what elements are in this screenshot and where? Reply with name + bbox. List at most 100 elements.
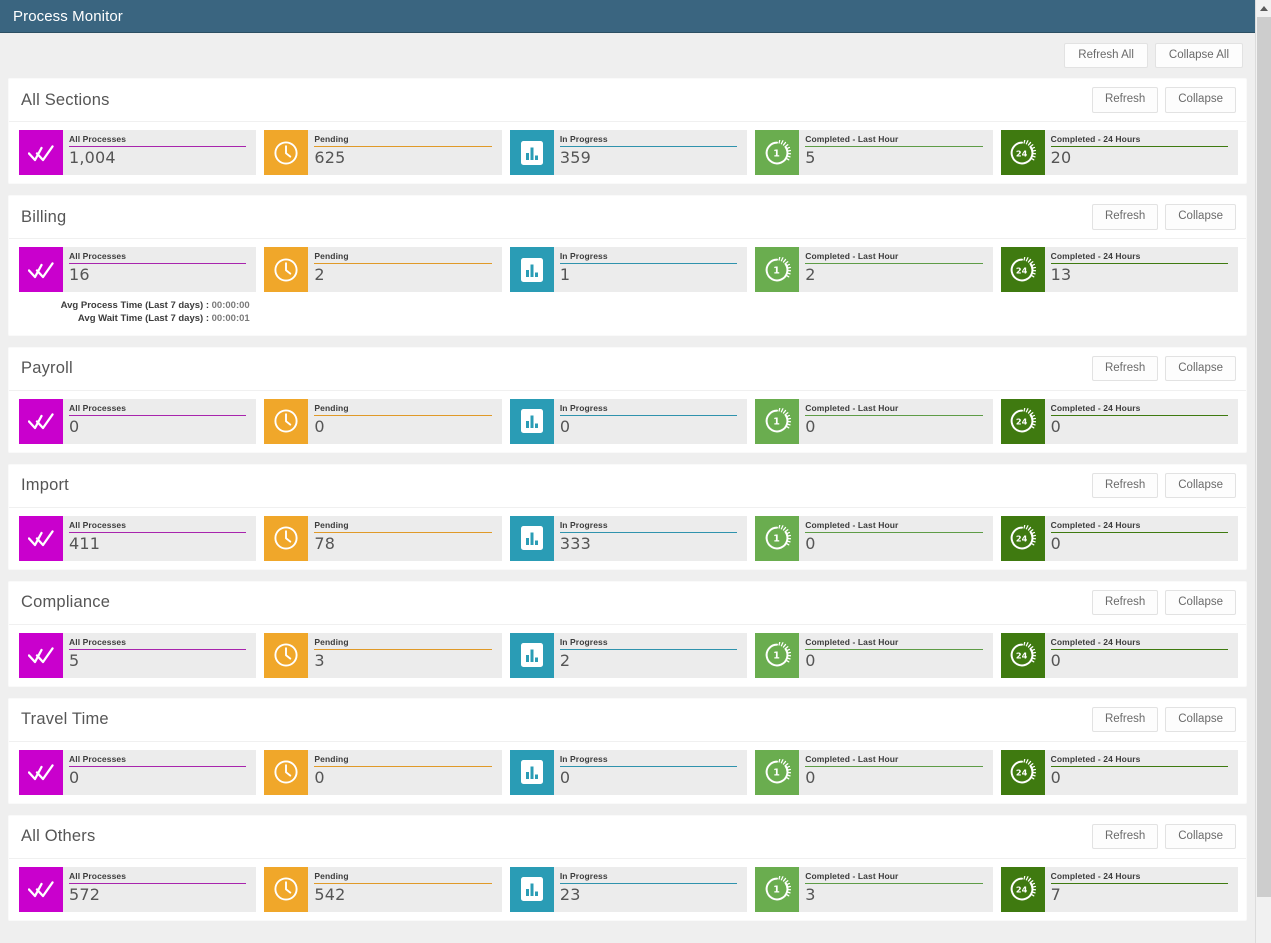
metric-card-day[interactable]: 24 Completed - 24 Hours 7 [1000, 866, 1239, 912]
extra-stat-value: 00:00:00 [211, 300, 250, 311]
section-actions: Refresh Collapse [1091, 589, 1236, 616]
metric-card-all[interactable]: All Processes 572 [19, 866, 257, 912]
vertical-scrollbar[interactable] [1255, 0, 1271, 943]
metric-label: Pending [314, 520, 349, 530]
section-refresh-button[interactable]: Refresh [1091, 355, 1159, 382]
metric-underline [559, 765, 738, 767]
section-extra-stats: Avg Process Time (Last 7 days) : 00:00:0… [9, 300, 1246, 335]
metric-card-all[interactable]: All Processes 0 [19, 398, 257, 444]
clock-1-hour-icon: 1 [755, 515, 800, 561]
metric-card-prog[interactable]: In Progress 0 [509, 398, 748, 444]
metric-label: All Processes [69, 403, 127, 413]
section-refresh-button[interactable]: Refresh [1091, 589, 1159, 616]
metric-value: 0 [1050, 533, 1062, 553]
section-collapse-button[interactable]: Collapse [1165, 823, 1236, 850]
metric-card-hour[interactable]: 1 Completed - Last Hour 2 [755, 247, 993, 292]
section-refresh-button[interactable]: Refresh [1091, 823, 1159, 850]
section-collapse-button[interactable]: Collapse [1165, 87, 1236, 113]
metric-card-all[interactable]: All Processes 411 [19, 515, 257, 561]
section-collapse-button[interactable]: Collapse [1165, 589, 1236, 616]
section-actions: Refresh Collapse [1091, 87, 1236, 113]
page-content: Refresh All Collapse All All Sections Ref… [0, 33, 1255, 921]
section-refresh-button[interactable]: Refresh [1091, 472, 1159, 499]
metric-underline [1050, 414, 1229, 416]
section-refresh-button[interactable]: Refresh [1091, 87, 1159, 113]
section-refresh-button[interactable]: Refresh [1091, 204, 1159, 230]
metric-label: In Progress [559, 754, 608, 764]
metric-card-day[interactable]: 24 Completed - 24 Hours 13 [1000, 247, 1239, 292]
metric-card-pend[interactable]: Pending 625 [264, 130, 502, 175]
metric-underline [69, 531, 247, 533]
bar-chart-icon [509, 866, 554, 912]
metric-card-day[interactable]: 24 Completed - 24 Hours 20 [1000, 130, 1239, 175]
metric-label: Pending [314, 252, 349, 261]
metric-card-hour[interactable]: 1 Completed - Last Hour 3 [755, 866, 993, 912]
metric-card-body: Completed - 24 Hours 20 [1045, 130, 1238, 175]
section-header: Import Refresh Collapse [9, 465, 1246, 508]
metric-card-hour[interactable]: 1 Completed - Last Hour 5 [755, 130, 993, 175]
double-check-icon [19, 398, 63, 444]
svg-text:24: 24 [1016, 417, 1028, 427]
metric-card-day[interactable]: 24 Completed - 24 Hours 0 [1000, 515, 1239, 561]
metric-card-hour[interactable]: 1 Completed - Last Hour 0 [755, 632, 993, 678]
metric-card-prog[interactable]: In Progress 1 [509, 247, 748, 292]
section-collapse-button[interactable]: Collapse [1165, 204, 1236, 230]
metric-card-body: Pending 625 [308, 130, 501, 175]
metric-label: All Processes [69, 871, 127, 881]
metric-card-pend[interactable]: Pending 2 [264, 247, 502, 292]
scroll-up-arrow-button[interactable] [1256, 0, 1271, 17]
metric-card-prog[interactable]: In Progress 23 [509, 866, 748, 912]
metric-underline [805, 146, 983, 148]
metric-card-all[interactable]: All Processes 0 [19, 749, 257, 795]
metric-card-prog[interactable]: In Progress 333 [509, 515, 748, 561]
metric-underline [69, 263, 247, 265]
metric-underline [69, 765, 247, 767]
metric-underline [559, 882, 738, 884]
svg-text:24: 24 [1016, 768, 1028, 778]
section-metrics-row: All Processes 411 Pending 78 In Progress 333 1… [9, 508, 1246, 569]
metric-card-pend[interactable]: Pending 0 [264, 749, 502, 795]
metric-card-hour[interactable]: 1 Completed - Last Hour 0 [755, 749, 993, 795]
section-collapse-button[interactable]: Collapse [1165, 472, 1236, 499]
clock-1-hour-icon: 1 [755, 866, 800, 912]
section-collapse-button[interactable]: Collapse [1165, 355, 1236, 382]
section-panel: Compliance Refresh Collapse All Processes 5 P… [8, 580, 1247, 687]
section-collapse-button[interactable]: Collapse [1165, 706, 1236, 733]
metric-card-pend[interactable]: Pending 78 [264, 515, 502, 561]
section-refresh-button[interactable]: Refresh [1091, 706, 1159, 733]
metric-value: 0 [1050, 416, 1062, 436]
metric-card-all[interactable]: All Processes 1,004 [19, 130, 257, 175]
metric-value: 2 [805, 265, 816, 285]
metric-card-hour[interactable]: 1 Completed - Last Hour 0 [755, 398, 993, 444]
metric-label: Completed - Last Hour [805, 403, 899, 413]
section-metrics-row: All Processes 0 Pending 0 In Progress 0 1 Compl… [9, 742, 1246, 803]
metric-card-pend[interactable]: Pending 3 [264, 632, 502, 678]
metric-underline [559, 531, 738, 533]
metric-underline [314, 263, 492, 265]
metric-card-pend[interactable]: Pending 0 [264, 398, 502, 444]
refresh-all-button[interactable]: Refresh All [1064, 42, 1148, 69]
metric-card-day[interactable]: 24 Completed - 24 Hours 0 [1000, 749, 1239, 795]
metric-card-all[interactable]: All Processes 16 [19, 247, 257, 292]
metric-card-day[interactable]: 24 Completed - 24 Hours 0 [1000, 632, 1239, 678]
metric-card-prog[interactable]: In Progress 359 [509, 130, 748, 175]
metric-card-prog[interactable]: In Progress 2 [509, 632, 748, 678]
metric-value: 2 [314, 265, 325, 285]
metric-value: 23 [559, 884, 581, 904]
metric-card-day[interactable]: 24 Completed - 24 Hours 0 [1000, 398, 1239, 444]
metric-card-body: Pending 542 [308, 867, 501, 912]
collapse-all-button[interactable]: Collapse All [1154, 42, 1243, 69]
metric-card-prog[interactable]: In Progress 0 [509, 749, 748, 795]
metric-card-all[interactable]: All Processes 5 [19, 632, 257, 678]
section-metrics-row: All Processes 0 Pending 0 In Progress 0 1 Compl… [9, 391, 1246, 452]
scrollbar-thumb[interactable] [1257, 17, 1271, 897]
metric-value: 333 [559, 533, 591, 553]
metric-card-body: All Processes 0 [63, 399, 256, 444]
metric-card-pend[interactable]: Pending 542 [264, 866, 502, 912]
clock-icon [264, 247, 309, 292]
main-scroll-area[interactable]: Refresh All Collapse All All Sections Ref… [0, 33, 1271, 943]
metric-card-body: All Processes 5 [63, 633, 256, 678]
svg-text:1: 1 [773, 534, 780, 545]
metric-card-hour[interactable]: 1 Completed - Last Hour 0 [755, 515, 993, 561]
metric-label: Completed - Last Hour [805, 637, 899, 647]
